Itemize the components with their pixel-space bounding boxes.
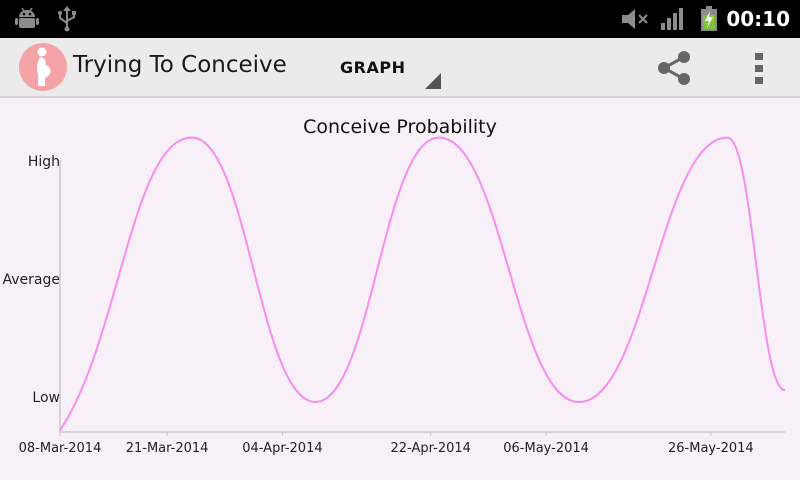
battery-charging-icon [700, 6, 718, 36]
overflow-menu-button[interactable] [740, 46, 780, 90]
overflow-menu-icon [754, 53, 764, 89]
volume-muted-icon [620, 6, 650, 36]
share-button[interactable] [650, 46, 698, 90]
chart-area: Conceive Probability Low Average High 08-M… [0, 98, 800, 480]
app-title: Trying To Conceive [73, 52, 287, 78]
x-tick-label: 04-Apr-2014 [242, 441, 322, 456]
status-clock: 00:10 [726, 7, 790, 31]
pregnant-woman-icon[interactable] [18, 42, 68, 92]
x-tick-label: 26-May-2014 [668, 441, 754, 456]
share-icon [656, 50, 692, 90]
x-tick-label: 21-Mar-2014 [126, 441, 209, 456]
status-bar: 00:10 [0, 0, 800, 38]
y-tick-label: Low [32, 390, 60, 406]
x-tick-label: 06-May-2014 [503, 441, 589, 456]
view-spinner[interactable]: GRAPH [330, 38, 448, 96]
android-debug-icon [14, 6, 40, 34]
x-tick-label: 22-Apr-2014 [391, 441, 471, 456]
usb-icon [56, 6, 78, 36]
spinner-triangle-icon [423, 71, 443, 95]
series-line [59, 136, 786, 431]
signal-icon [660, 6, 686, 36]
conceive-probability-chart: Low Average High 08-Mar-2014 21-Mar-2014 04-… [3, 136, 786, 456]
y-tick-label: Average [3, 272, 61, 288]
spinner-value: GRAPH [340, 58, 406, 77]
y-tick-label: High [28, 154, 60, 170]
action-bar: Trying To Conceive GRAPH [0, 38, 800, 98]
x-tick-label: 08-Mar-2014 [19, 441, 102, 456]
